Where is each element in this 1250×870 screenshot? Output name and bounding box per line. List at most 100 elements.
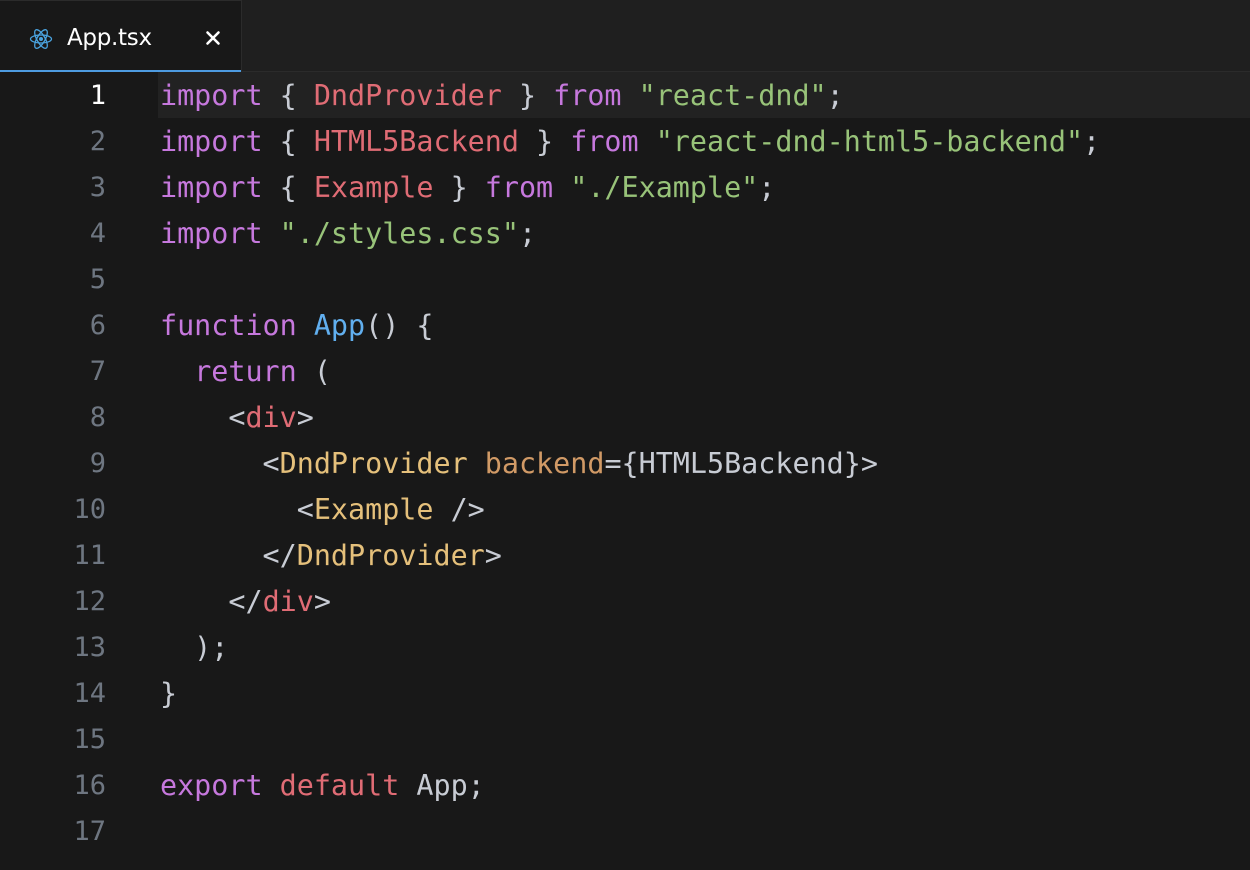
react-icon: [29, 27, 53, 51]
code-text[interactable]: return (: [160, 349, 331, 395]
code-token: from: [553, 79, 622, 112]
code-line: 5: [0, 257, 1250, 303]
code-line: 4 import "./styles.css";: [0, 211, 1250, 257]
line-number: 12: [73, 586, 106, 617]
code-text[interactable]: );: [160, 625, 228, 671]
code-token: Example: [313, 493, 434, 526]
code-text[interactable]: </DndProvider>: [160, 533, 502, 579]
line-number: 1: [89, 80, 106, 111]
tab-app-tsx[interactable]: App.tsx: [0, 0, 242, 72]
code-text[interactable]: import "./styles.css";: [160, 211, 536, 257]
line-number: 16: [73, 770, 106, 801]
code-token: Example: [313, 171, 434, 204]
line-number: 9: [89, 448, 106, 479]
code-text[interactable]: <div>: [160, 395, 314, 441]
code-line: 3 import { Example } from "./Example";: [0, 165, 1250, 211]
code-token: >: [484, 539, 502, 572]
line-number: 14: [73, 678, 106, 709]
code-editor-window: App.tsx 1 import { DndProvider } from "re…: [0, 0, 1250, 870]
code-token: function: [160, 309, 297, 342]
line-number: 5: [89, 264, 106, 295]
code-token: "./styles.css": [279, 217, 519, 250]
code-line: 10 <Example />: [0, 487, 1250, 533]
code-line: 14}: [0, 671, 1250, 717]
code-token: {: [262, 171, 314, 204]
code-token: from: [484, 171, 554, 204]
code-token: import: [160, 217, 263, 250]
code-token: >: [296, 401, 314, 434]
code-token: return: [194, 355, 297, 388]
line-number: 4: [89, 218, 106, 249]
line-number: 6: [89, 310, 106, 341]
code-token: </: [160, 585, 263, 618]
code-token: ;: [1083, 125, 1101, 158]
code-token: HTML5Backend: [313, 125, 519, 158]
close-icon[interactable]: [200, 25, 226, 51]
code-token: "react-dnd": [638, 79, 827, 112]
code-token: backend: [484, 447, 605, 480]
line-number: 7: [89, 356, 106, 387]
code-token: <: [160, 401, 246, 434]
tab-bar: App.tsx: [0, 0, 1250, 72]
code-text[interactable]: import { Example } from "./Example";: [160, 165, 775, 211]
code-line: 9 <DndProvider backend={HTML5Backend}>: [0, 441, 1250, 487]
code-line: 7 return (: [0, 349, 1250, 395]
code-token: DndProvider: [313, 79, 502, 112]
code-line: 1 import { DndProvider } from "react-dnd"…: [0, 73, 1250, 119]
code-token: />: [433, 493, 485, 526]
code-token: from: [570, 125, 639, 158]
code-text[interactable]: <Example />: [160, 487, 485, 533]
code-token: {: [262, 125, 314, 158]
code-text[interactable]: function App() {: [160, 303, 434, 349]
code-text[interactable]: }: [160, 671, 177, 717]
code-text[interactable]: import { DndProvider } from "react-dnd";: [160, 73, 844, 119]
code-text[interactable]: </div>: [160, 579, 331, 625]
tab-filename: App.tsx: [67, 25, 152, 51]
line-number: 3: [89, 172, 106, 203]
line-number: 11: [73, 540, 106, 571]
code-token: <: [160, 493, 314, 526]
code-token: DndProvider: [279, 447, 468, 480]
code-token: div: [245, 401, 297, 434]
code-line: 12 </div>: [0, 579, 1250, 625]
code-token: import: [160, 125, 263, 158]
code-line: 13 );: [0, 625, 1250, 671]
code-token: >: [313, 585, 331, 618]
code-token: import: [160, 171, 263, 204]
code-token: () {: [365, 309, 434, 342]
code-token: {: [262, 79, 314, 112]
code-token: "./Example": [570, 171, 759, 204]
code-token: export: [160, 769, 263, 802]
code-token: default: [279, 769, 400, 802]
code-token: ={HTML5Backend}>: [604, 447, 878, 480]
code-line: 8 <div>: [0, 395, 1250, 441]
code-token: ;: [758, 171, 776, 204]
code-text[interactable]: export default App;: [160, 763, 485, 809]
code-line: 2 import { HTML5Backend } from "react-dnd…: [0, 119, 1250, 165]
code-token: }: [433, 171, 485, 204]
code-line: 15: [0, 717, 1250, 763]
code-token: App;: [399, 769, 485, 802]
code-editor[interactable]: 1 import { DndProvider } from "react-dnd"…: [0, 72, 1250, 870]
code-token: DndProvider: [296, 539, 485, 572]
code-line: 11 </DndProvider>: [0, 533, 1250, 579]
code-token: (: [296, 355, 331, 388]
line-number: 13: [73, 632, 106, 663]
code-text[interactable]: <DndProvider backend={HTML5Backend}>: [160, 441, 878, 487]
code-line: 17: [0, 809, 1250, 855]
line-number: 17: [73, 816, 106, 847]
code-token: "react-dnd-html5-backend": [655, 125, 1084, 158]
line-number: 10: [73, 494, 106, 525]
code-text[interactable]: import { HTML5Backend } from "react-dnd-…: [160, 119, 1100, 165]
line-number: 2: [89, 126, 106, 157]
code-token: </: [160, 539, 297, 572]
code-token: }: [518, 125, 571, 158]
code-token: App: [313, 309, 366, 342]
